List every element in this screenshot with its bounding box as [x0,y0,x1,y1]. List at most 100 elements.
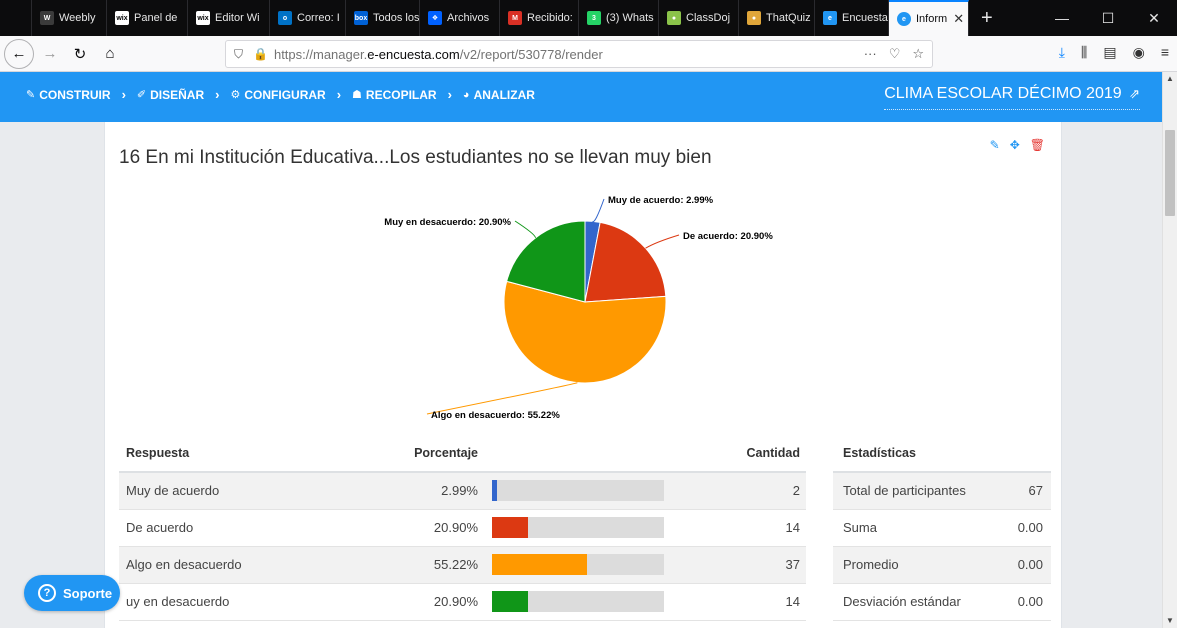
close-tab-icon[interactable]: ✕ [953,11,964,27]
tab-label: Correo: I [297,12,340,24]
step-recopilar[interactable]: ☗ RECOPILAR [352,88,437,102]
new-tab-button[interactable]: + [969,7,1005,30]
navigation-toolbar: ← → ↻ ⌂ ⛉ 🔒 https://manager. e-encuesta.c… [0,36,1177,72]
tab-label: Editor Wi [215,12,260,24]
url-domain: e-encuesta.com [367,46,460,62]
sidebars-icon[interactable]: ▤ [1103,44,1116,61]
bookmark-star-icon[interactable]: ☆ [912,46,924,62]
tab-label: Inform [916,13,948,25]
step-separator-icon: › [336,87,342,102]
reload-button[interactable]: ↻ [66,40,94,68]
step-label: RECOPILAR [365,87,437,102]
stat-label: Suma [833,509,998,547]
tab-label: Archivos [447,12,490,24]
tab-7[interactable]: 3 (3) Whats [579,0,659,36]
step-analizar[interactable]: ◕ ANALIZAR [463,88,535,102]
tracking-shield-icon[interactable]: ⛉ [234,47,243,62]
downloads-icon[interactable]: ⤓ [1059,44,1065,61]
tab-label: ThatQuiz [766,12,811,24]
cogs-icon: ⚙ [230,89,241,101]
support-button[interactable]: ? Soporte [24,575,120,611]
tab-8[interactable]: ● ClassDoj [659,0,739,36]
page-actions-icon[interactable]: ··· [864,46,877,62]
pie-slices [503,220,667,384]
thatquiz-icon: ● [747,11,761,25]
cell-bar [492,472,692,510]
table-row: De acuerdo 20.90% 14 [119,509,806,547]
sidebar-toggle[interactable] [0,0,32,36]
cell-bar [492,546,692,584]
question-circle-icon: ? [38,584,56,602]
percentage-bar-fill [492,480,498,502]
percentage-bar-fill [492,517,528,538]
tab-1[interactable]: wix Panel de [107,0,188,36]
scroll-up-icon[interactable]: ▲ [1163,72,1177,86]
scroll-down-icon[interactable]: ▼ [1163,614,1177,628]
tab-3[interactable]: o Correo: I [270,0,346,36]
page-scrollbar[interactable]: ▲ ▼ [1162,72,1177,628]
url-bar[interactable]: ⛉ 🔒 https://manager. e-encuesta.com/v2/re… [225,40,933,68]
tab-10[interactable]: e Encuesta [815,0,889,36]
tab-2[interactable]: wix Editor Wi [188,0,270,36]
tab-label: Recibido: [527,12,573,24]
url-path: /v2/report/530778/render [459,46,603,62]
header-respuesta: Respuesta [119,434,349,473]
cell-respuesta: uy en desacuerdo [119,583,349,621]
pie-data-label: Muy en desacuerdo: 20.90% [384,217,511,228]
pie-data-label: Algo en desacuerdo: 55.22% [431,410,560,421]
table-row: Algo en desacuerdo 55.22% 37 [119,546,806,584]
scrollbar-thumb[interactable] [1165,130,1175,216]
table-row: Muy de acuerdo 2.99% 2 [119,472,806,510]
tab-4[interactable]: box Todos los [346,0,420,36]
pocket-icon[interactable]: ♡ [889,46,901,62]
account-icon[interactable]: ◉ [1133,44,1145,61]
support-label: Soporte [63,585,113,601]
close-window-button[interactable]: ✕ [1131,0,1177,36]
step-separator-icon: › [447,87,452,102]
step-diseñar[interactable]: ✐ DISEÑAR [137,88,204,102]
lock-icon[interactable]: 🔒 [253,47,268,61]
library-icon[interactable]: ⫼ [1081,44,1087,61]
users-icon: ☗ [352,89,362,101]
external-link-icon: ⇗ [1129,86,1140,101]
gmail-icon: M [508,11,522,25]
menu-icon[interactable]: ≡ [1161,44,1169,61]
stat-label: Desviación estándar [833,583,998,621]
step-label: ANALIZAR [473,87,535,102]
step-separator-icon: › [215,87,220,102]
percentage-bar [492,554,664,575]
header-porcentaje: Porcentaje [349,434,492,473]
cell-cantidad: 37 [692,546,806,584]
whatsapp-icon: 3 [587,11,601,25]
tab-5[interactable]: ❖ Archivos [420,0,500,36]
encuesta-icon: e [823,11,837,25]
cell-porcentaje: 20.90% [349,509,492,547]
tab-0[interactable]: W Weebly [32,0,107,36]
encuesta-icon: e [897,12,911,26]
back-button[interactable]: ← [4,38,34,69]
forward-button[interactable]: → [36,40,64,68]
percentage-bar-fill [492,554,587,575]
maximize-button[interactable]: ☐ [1085,0,1131,36]
stats-row: Total de participantes 67 [833,472,1051,510]
browser-tab-strip: W Weebly wix Panel de wix Editor Wi o Correo: I… [0,0,1177,36]
step-label: DISEÑAR [150,87,205,102]
tab-9[interactable]: ● ThatQuiz [739,0,815,36]
tab-label: (3) Whats [606,12,654,24]
outlook-icon: o [278,11,292,25]
step-configurar[interactable]: ⚙ CONFIGURAR [230,88,325,102]
header-bar [492,434,692,473]
step-separator-icon: › [121,87,126,102]
survey-title-link[interactable]: CLIMA ESCOLAR DÉCIMO 2019 ⇗ [884,85,1140,110]
cell-respuesta: De acuerdo [119,509,349,547]
box-icon: box [354,11,368,25]
stat-label: Promedio [833,546,998,584]
step-construir[interactable]: ✎ CONSTRUIR [26,88,111,102]
stat-value: 67 [997,472,1051,510]
classdojo-icon: ● [667,11,681,25]
home-button[interactable]: ⌂ [96,40,124,68]
minimize-button[interactable]: — [1039,0,1085,36]
cell-respuesta: Muy de acuerdo [119,472,349,510]
tab-6[interactable]: M Recibido: [500,0,579,36]
tab-active[interactable]: e Inform ✕ [889,0,969,36]
